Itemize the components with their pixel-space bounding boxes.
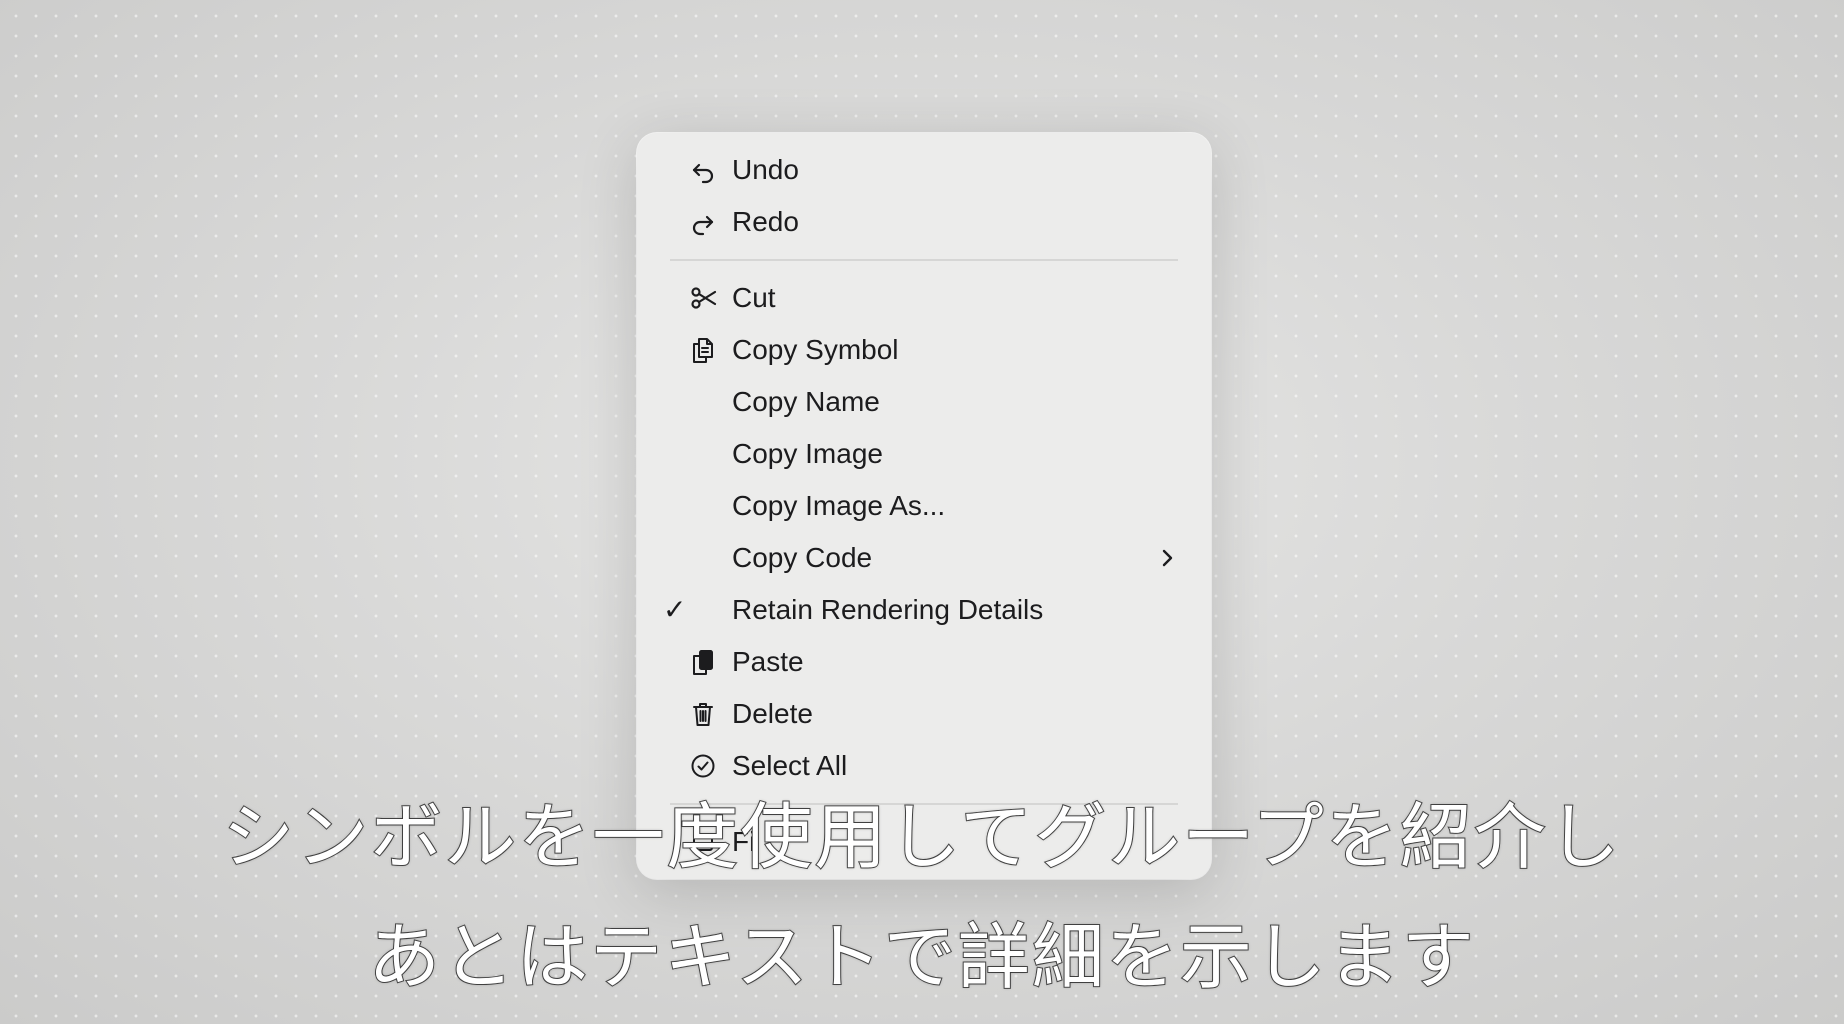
menu-item-label: Retain Rendering Details xyxy=(732,594,1044,625)
menu-item-label: Delete xyxy=(732,698,813,729)
scissors-icon xyxy=(689,284,717,312)
checkmark-circle-icon xyxy=(689,752,717,780)
menu-item-copy-image[interactable]: Copy Image xyxy=(637,428,1211,480)
menu-separator xyxy=(670,259,1178,261)
menu-item-label: Copy Symbol xyxy=(732,334,899,365)
menu-item-copy-name[interactable]: Copy Name xyxy=(637,376,1211,428)
menu-item-label: Copy Code xyxy=(732,542,873,573)
menu-item-label: Copy Image xyxy=(732,438,883,469)
trash-icon xyxy=(689,700,717,728)
menu-item-label: Cut xyxy=(732,282,776,313)
menu-item-copy-code[interactable]: Copy Code xyxy=(637,532,1211,584)
subtitle-line-2: あとはテキストで詳細を示します xyxy=(367,914,1476,1000)
menu-item-paste[interactable]: Paste xyxy=(637,636,1211,688)
menu-item-label: Copy Name xyxy=(732,386,880,417)
copy-symbol-icon xyxy=(689,336,717,364)
redo-icon xyxy=(689,208,717,236)
menu-item-redo[interactable]: Redo xyxy=(637,196,1211,248)
paste-icon xyxy=(689,648,717,676)
menu-item-delete[interactable]: Delete xyxy=(637,688,1211,740)
menu-item-label: Paste xyxy=(732,646,804,677)
chevron-right-icon xyxy=(1155,546,1179,570)
menu-item-undo[interactable]: Undo xyxy=(637,144,1211,196)
menu-item-copy-symbol[interactable]: Copy Symbol xyxy=(637,324,1211,376)
menu-item-label: Undo xyxy=(732,154,799,185)
menu-item-label: Redo xyxy=(732,206,799,237)
canvas-background: { "context_menu": { "items": [ {"label":… xyxy=(0,0,1844,1024)
menu-item-label: Copy Image As... xyxy=(732,490,946,521)
checkmark-icon: ✓ xyxy=(663,594,687,625)
menu-item-copy-image-as[interactable]: Copy Image As... xyxy=(637,480,1211,532)
menu-item-cut[interactable]: Cut xyxy=(637,272,1211,324)
undo-icon xyxy=(689,156,717,184)
subtitle-line-1: シンボルを一度使用してグループを紹介し xyxy=(221,794,1622,880)
context-menu: Undo Redo Cut Copy Symbol Copy Name Copy… xyxy=(637,133,1211,879)
menu-item-retain-rendering-details[interactable]: ✓ Retain Rendering Details xyxy=(637,584,1211,636)
